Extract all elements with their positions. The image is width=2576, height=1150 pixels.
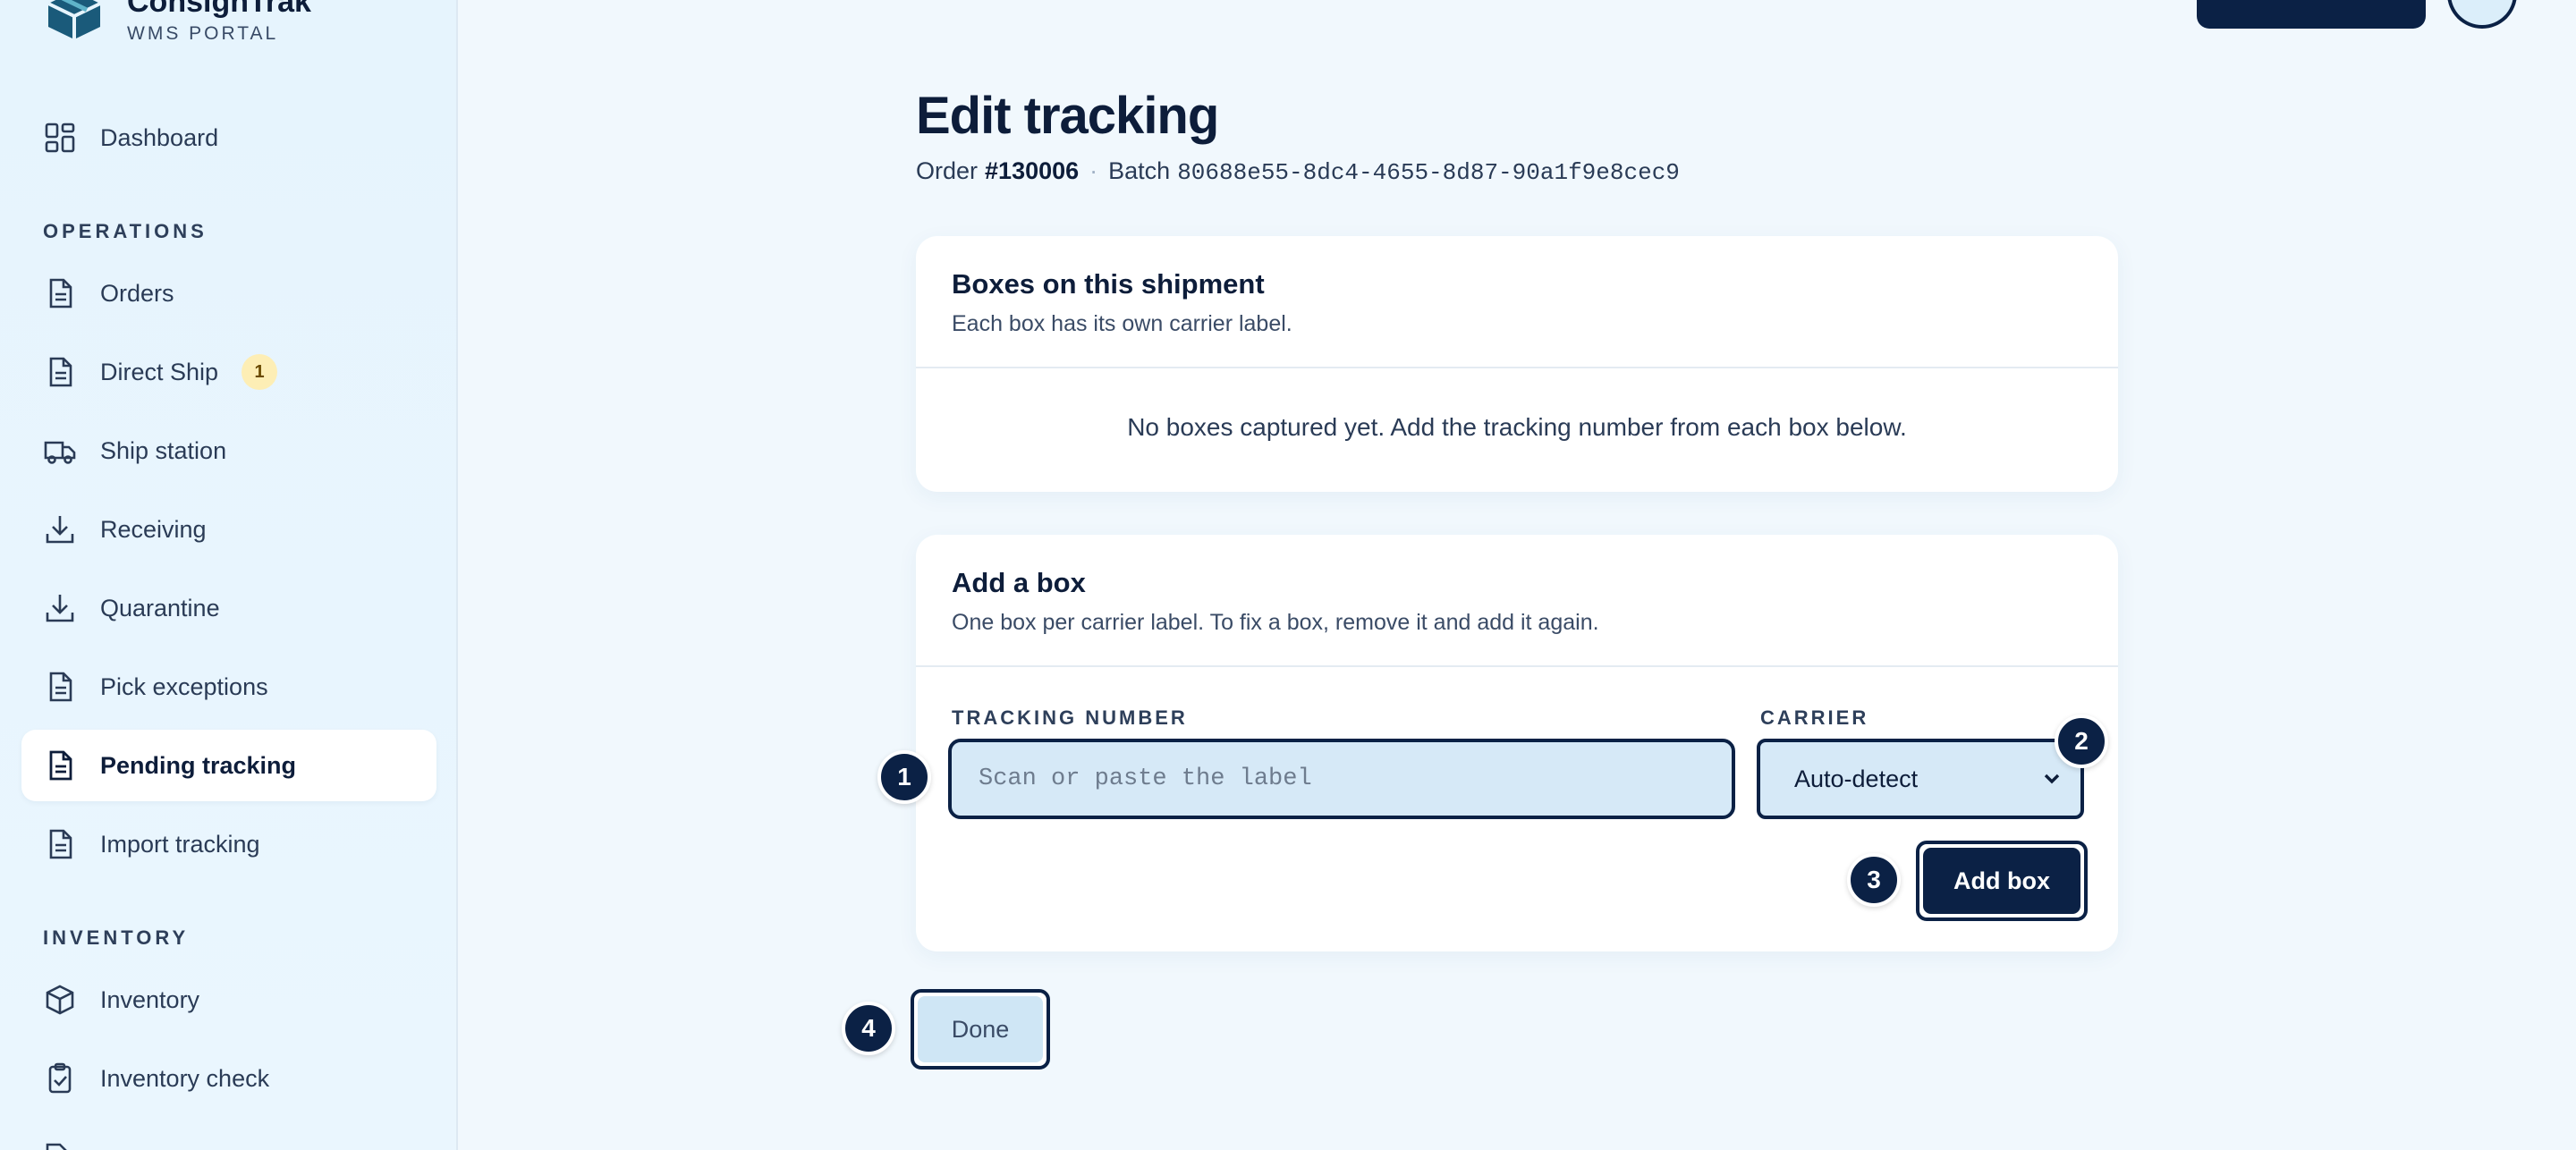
boxes-card-description: Each box has its own carrier label. xyxy=(952,311,1292,336)
document-icon xyxy=(49,672,72,702)
tag-icon xyxy=(46,1143,67,1150)
sidebar-item-label: Inventory xyxy=(100,985,200,1013)
tracking-number-input[interactable] xyxy=(948,739,1735,819)
done-button-label: Done xyxy=(918,996,1043,1062)
section-label-operations: OPERATIONS xyxy=(43,220,208,242)
sidebar-item-label: Orders xyxy=(100,279,174,307)
count-badge: 1 xyxy=(242,354,278,390)
sidebar-item-label: Dashboard xyxy=(100,123,219,151)
step-marker-1: 1 xyxy=(877,750,931,804)
boxes-card: Boxes on this shipment Each box has its … xyxy=(916,236,2118,492)
sidebar-item-receiving[interactable]: Receiving xyxy=(21,494,436,565)
header-action-button[interactable] xyxy=(2197,0,2426,29)
order-label: Order xyxy=(916,157,979,184)
separator: · xyxy=(1089,157,1098,184)
step-marker-2: 2 xyxy=(2055,715,2108,768)
add-box-button[interactable]: Add box xyxy=(1916,841,2088,921)
sidebar-item-label: Inventory check xyxy=(100,1064,270,1092)
carrier-label: CARRIER xyxy=(1760,706,1869,729)
sidebar-item-quarantine[interactable]: Quarantine xyxy=(21,572,436,644)
sidebar: ConsignTrak WMS PORTAL Dashboard OPERATI… xyxy=(0,0,458,1150)
sidebar-item-dashboard[interactable]: Dashboard xyxy=(21,102,436,173)
boxes-card-header: Boxes on this shipment Each box has its … xyxy=(916,236,2118,368)
add-box-card-header: Add a box One box per carrier label. To … xyxy=(916,535,2118,667)
sidebar-item-label: Ship station xyxy=(100,436,227,464)
add-box-card-title: Add a box xyxy=(952,567,1086,598)
tracking-number-label: TRACKING NUMBER xyxy=(952,706,1188,729)
batch-label: Batch xyxy=(1108,157,1171,184)
sidebar-item-pending-tracking[interactable]: Pending tracking xyxy=(21,730,436,801)
sidebar-item-label: Receiving xyxy=(100,515,207,543)
done-button[interactable]: Done xyxy=(911,989,1050,1070)
sidebar-item-import-tracking[interactable]: Import tracking xyxy=(21,808,436,880)
empty-state-message: No boxes captured yet. Add the tracking … xyxy=(1127,413,1907,441)
order-batch-info: Order #130006 · Batch 80688e55-8dc4-4655… xyxy=(916,157,1680,186)
page-title: Edit tracking xyxy=(916,87,1219,145)
sidebar-item-partial[interactable] xyxy=(21,1121,436,1150)
clipboard-check-icon xyxy=(48,1062,72,1094)
carrier-select[interactable]: Auto-detect xyxy=(1757,739,2084,819)
step-marker-3: 3 xyxy=(1847,853,1901,907)
sidebar-item-label: Pending tracking xyxy=(100,751,297,779)
order-number: #130006 xyxy=(985,157,1080,184)
carrier-selected-value: Auto-detect xyxy=(1794,765,1919,792)
brand-name: ConsignTrak xyxy=(127,0,311,19)
download-icon xyxy=(46,516,74,544)
sidebar-item-inventory[interactable]: Inventory xyxy=(21,964,436,1036)
chevron-down-icon xyxy=(2044,774,2060,784)
avatar[interactable] xyxy=(2447,0,2517,29)
sidebar-item-pick-exceptions[interactable]: Pick exceptions xyxy=(21,651,436,723)
step-marker-4: 4 xyxy=(842,1002,895,1055)
dashboard-icon xyxy=(45,123,75,153)
document-icon xyxy=(49,750,72,781)
download-icon xyxy=(46,595,74,622)
logo-icon xyxy=(47,0,101,39)
sidebar-item-label: Import tracking xyxy=(100,830,260,858)
add-box-button-label: Add box xyxy=(1923,848,2080,914)
sidebar-item-direct-ship[interactable]: Direct Ship 1 xyxy=(21,336,436,408)
batch-id: 80688e55-8dc4-4655-8d87-90a1f9e8cec9 xyxy=(1177,159,1680,186)
add-box-card-description: One box per carrier label. To fix a box,… xyxy=(952,610,1599,635)
boxes-card-title: Boxes on this shipment xyxy=(952,268,1265,300)
brand[interactable]: ConsignTrak WMS PORTAL xyxy=(43,0,311,45)
section-label-inventory: INVENTORY xyxy=(43,926,190,949)
sidebar-item-label: Pick exceptions xyxy=(100,672,268,700)
document-icon xyxy=(49,357,72,387)
sidebar-item-ship-station[interactable]: Ship station xyxy=(21,415,436,486)
add-box-card: Add a box One box per carrier label. To … xyxy=(916,535,2118,951)
sidebar-item-inventory-check[interactable]: Inventory check xyxy=(21,1043,436,1114)
document-icon xyxy=(49,278,72,309)
brand-subtitle: WMS PORTAL xyxy=(127,23,279,44)
truck-icon xyxy=(44,441,76,464)
sidebar-item-orders[interactable]: Orders xyxy=(21,258,436,329)
sidebar-item-label: Quarantine xyxy=(100,594,220,622)
document-icon xyxy=(49,829,72,859)
box-icon xyxy=(46,985,74,1015)
sidebar-item-label: Direct Ship xyxy=(100,358,219,385)
